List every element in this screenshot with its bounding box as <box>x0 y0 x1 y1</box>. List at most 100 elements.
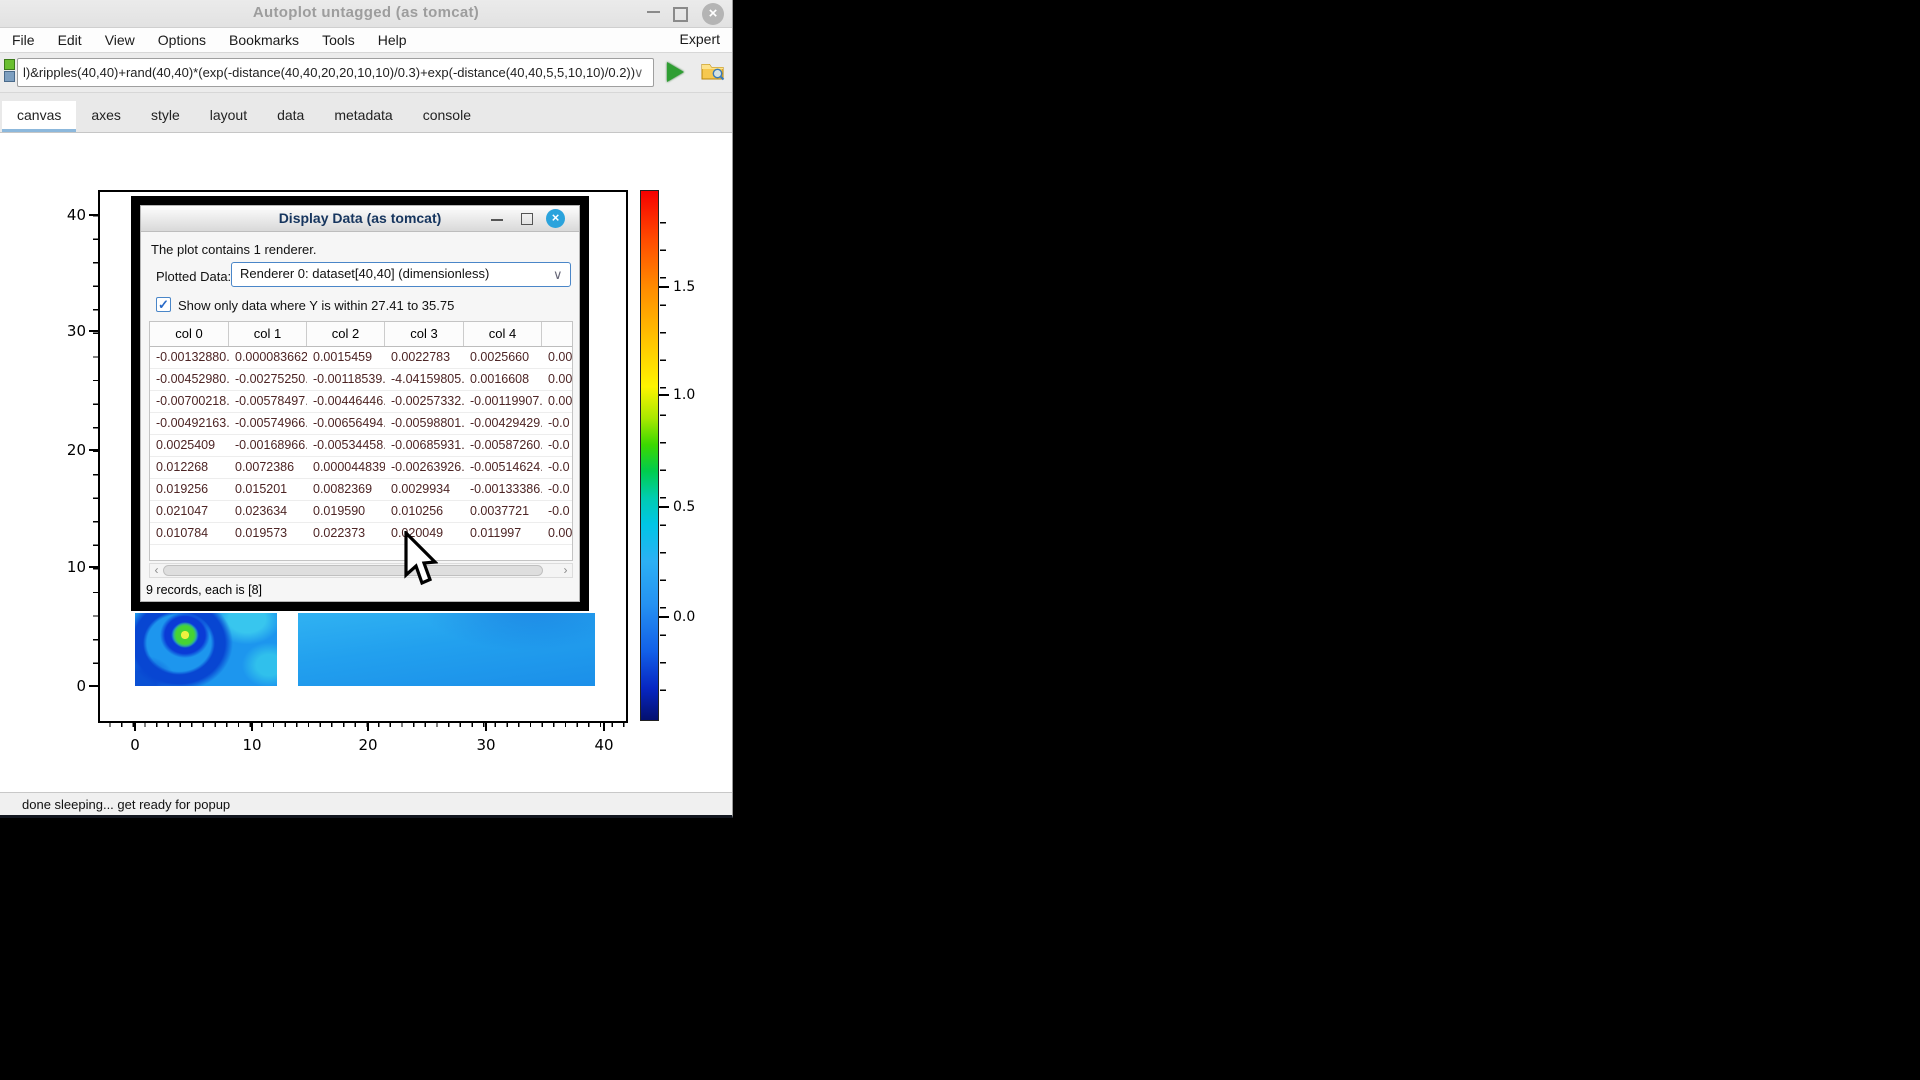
scroll-right-icon[interactable]: › <box>559 564 572 577</box>
uri-input[interactable]: l)&ripples(40,40)+rand(40,40)*(exp(-dist… <box>17 58 654 87</box>
table-cell[interactable]: 0.00 <box>542 369 573 390</box>
table-cell[interactable]: 0.00 <box>542 523 573 544</box>
column-header[interactable] <box>542 322 573 346</box>
table-cell[interactable]: -0.00685931... <box>385 435 464 456</box>
tab-axes[interactable]: axes <box>76 101 136 132</box>
menu-item-view[interactable]: View <box>105 32 135 48</box>
table-cell[interactable]: -0.0 <box>542 413 573 434</box>
table-cell[interactable]: -4.04159805... <box>385 369 464 390</box>
expert-mode-label[interactable]: Expert <box>680 31 720 47</box>
heatmap-segment-left[interactable] <box>135 613 277 686</box>
tab-style[interactable]: style <box>136 101 195 132</box>
table-cell[interactable]: 0.012268 <box>150 457 229 478</box>
table-cell[interactable]: 0.000083662 <box>229 347 307 368</box>
menu-item-file[interactable]: File <box>12 32 35 48</box>
table-cell[interactable]: -0.00168966... <box>229 435 307 456</box>
table-cell[interactable]: -0.00700218... <box>150 391 229 412</box>
table-cell[interactable]: 0.0022783 <box>385 347 464 368</box>
table-cell[interactable]: 0.0016608 <box>464 369 542 390</box>
table-cell[interactable]: -0.00119907... <box>464 391 542 412</box>
table-row[interactable]: 0.0107840.0195730.0223730.0200490.011997… <box>150 523 572 545</box>
column-header[interactable]: col 4 <box>464 322 542 346</box>
table-row[interactable]: 0.0192560.0152010.00823690.0029934-0.001… <box>150 479 572 501</box>
table-cell[interactable]: -0.00275250... <box>229 369 307 390</box>
dialog-maximize-icon[interactable] <box>521 213 533 225</box>
table-cell[interactable]: 0.0037721 <box>464 501 542 522</box>
tab-layout[interactable]: layout <box>195 101 262 132</box>
table-cell[interactable]: 0.019573 <box>229 523 307 544</box>
table-cell[interactable]: -0.00429429... <box>464 413 542 434</box>
table-row[interactable]: 0.0210470.0236340.0195900.0102560.003772… <box>150 501 572 523</box>
table-cell[interactable]: -0.00132880... <box>150 347 229 368</box>
table-cell[interactable]: 0.019256 <box>150 479 229 500</box>
table-cell[interactable]: 0.0025660 <box>464 347 542 368</box>
table-cell[interactable]: 0.0072386 <box>229 457 307 478</box>
table-cell[interactable]: 0.0029934 <box>385 479 464 500</box>
uri-dropdown-icon[interactable]: ∨ <box>634 65 644 81</box>
table-cell[interactable]: -0.0 <box>542 501 573 522</box>
window-minimize-icon[interactable] <box>647 11 660 13</box>
table-cell[interactable]: -0.00598801... <box>385 413 464 434</box>
table-cell[interactable]: 0.021047 <box>150 501 229 522</box>
table-cell[interactable]: 0.011997 <box>464 523 542 544</box>
table-cell[interactable]: 0.00 <box>542 347 573 368</box>
plotted-data-select[interactable]: Renderer 0: dataset[40,40] (dimensionles… <box>231 262 571 287</box>
table-cell[interactable]: -0.00514624... <box>464 457 542 478</box>
table-cell[interactable]: 0.0015459 <box>307 347 385 368</box>
table-row[interactable]: -0.00132880...0.0000836620.00154590.0022… <box>150 347 572 369</box>
table-cell[interactable]: -0.00133386... <box>464 479 542 500</box>
menu-item-options[interactable]: Options <box>158 32 206 48</box>
table-cell[interactable]: -0.00452980... <box>150 369 229 390</box>
scrollbar-thumb[interactable] <box>163 565 543 576</box>
table-cell[interactable]: 0.000044839 <box>307 457 385 478</box>
colorbar[interactable] <box>640 190 659 721</box>
table-row[interactable]: 0.0122680.00723860.000044839-0.00263926.… <box>150 457 572 479</box>
heatmap-segment-right[interactable] <box>298 613 595 686</box>
menu-item-help[interactable]: Help <box>378 32 407 48</box>
column-header[interactable]: col 3 <box>385 322 464 346</box>
plotted-data-dropdown-icon[interactable]: ∨ <box>553 267 563 283</box>
table-cell[interactable]: -0.00587260... <box>464 435 542 456</box>
table-cell[interactable]: -0.0 <box>542 457 573 478</box>
column-header[interactable]: col 0 <box>150 322 229 346</box>
tab-data[interactable]: data <box>262 101 319 132</box>
window-maximize-icon[interactable] <box>673 7 688 22</box>
dialog-minimize-icon[interactable] <box>491 219 503 221</box>
table-cell[interactable]: 0.0025409 <box>150 435 229 456</box>
table-cell[interactable]: 0.019590 <box>307 501 385 522</box>
table-cell[interactable]: -0.00263926... <box>385 457 464 478</box>
plot-go-button[interactable] <box>660 58 692 88</box>
table-cell[interactable]: 0.00 <box>542 391 573 412</box>
table-cell[interactable]: -0.00446446... <box>307 391 385 412</box>
table-cell[interactable]: -0.00578497... <box>229 391 307 412</box>
table-cell[interactable]: 0.0082369 <box>307 479 385 500</box>
menu-item-bookmarks[interactable]: Bookmarks <box>229 32 299 48</box>
table-cell[interactable]: 0.022373 <box>307 523 385 544</box>
tab-metadata[interactable]: metadata <box>319 101 407 132</box>
tab-console[interactable]: console <box>408 101 486 132</box>
column-header[interactable]: col 2 <box>307 322 385 346</box>
column-header[interactable]: col 1 <box>229 322 307 346</box>
table-row[interactable]: -0.00700218...-0.00578497...-0.00446446.… <box>150 391 572 413</box>
menu-item-tools[interactable]: Tools <box>322 32 355 48</box>
table-row[interactable]: 0.0025409-0.00168966...-0.00534458...-0.… <box>150 435 572 457</box>
table-cell[interactable]: -0.00574966... <box>229 413 307 434</box>
window-close-icon[interactable]: × <box>702 3 724 25</box>
dialog-titlebar[interactable]: Display Data (as tomcat) × <box>141 206 579 232</box>
table-cell[interactable]: 0.023634 <box>229 501 307 522</box>
dialog-close-icon[interactable]: × <box>546 209 565 228</box>
table-cell[interactable]: -0.0 <box>542 435 573 456</box>
table-cell[interactable]: -0.00656494... <box>307 413 385 434</box>
table-cell[interactable]: -0.00492163... <box>150 413 229 434</box>
table-cell[interactable]: -0.00257332... <box>385 391 464 412</box>
table-cell[interactable]: 0.010256 <box>385 501 464 522</box>
table-row[interactable]: -0.00492163...-0.00574966...-0.00656494.… <box>150 413 572 435</box>
tab-canvas[interactable]: canvas <box>2 101 76 132</box>
table-row[interactable]: -0.00452980...-0.00275250...-0.00118539.… <box>150 369 572 391</box>
table-cell[interactable]: -0.00534458... <box>307 435 385 456</box>
inspect-uri-button[interactable] <box>699 58 731 88</box>
window-titlebar[interactable]: Autoplot untagged (as tomcat) × <box>0 0 732 28</box>
menu-item-edit[interactable]: Edit <box>58 32 82 48</box>
table-cell[interactable]: -0.0 <box>542 479 573 500</box>
filter-checkbox[interactable]: ✓ <box>156 297 171 312</box>
